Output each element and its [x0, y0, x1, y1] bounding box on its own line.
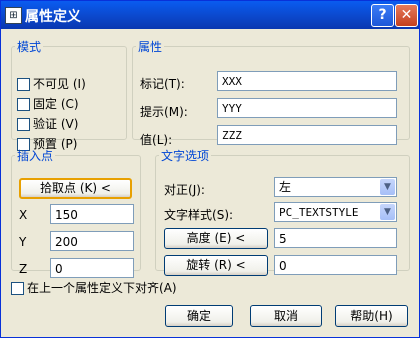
chevron-down-icon[interactable]: ▼ [380, 204, 395, 220]
selected-value: PC_TEXTSTYLE [279, 206, 359, 219]
close-button[interactable]: ✕ [395, 4, 418, 27]
tag-label: 标记(T): [140, 77, 185, 91]
checkbox-box[interactable] [11, 282, 24, 295]
value-label: 值(L): [140, 133, 173, 147]
justify-label: 对正(J): [164, 183, 205, 197]
tag-input[interactable]: XXX [217, 71, 397, 91]
text-style-select[interactable]: PC_TEXTSTYLE ▼ [274, 202, 397, 222]
y-input[interactable]: 200 [50, 231, 134, 251]
hotkey: A [163, 281, 172, 295]
title-bar: ⊞ 属性定义 ? ✕ [1, 1, 419, 29]
text-style-label: 文字样式(S): [164, 208, 234, 222]
z-label: Z [19, 262, 28, 276]
chevron-down-icon[interactable]: ▼ [380, 179, 395, 195]
ok-button[interactable]: 确定 [165, 305, 233, 327]
cad-icon: ⊞ [5, 7, 22, 24]
height-button[interactable]: 高度 (E) < [164, 228, 268, 249]
verify-checkbox[interactable]: 验证 (V) [17, 115, 78, 131]
height-input[interactable]: 5 [274, 228, 397, 248]
checkbox-box[interactable] [17, 118, 30, 131]
checkbox-label: 不可见 [33, 77, 70, 91]
justify-select[interactable]: 左 ▼ [274, 177, 397, 197]
rotation-input[interactable]: 0 [274, 255, 397, 275]
cancel-button[interactable]: 取消 [250, 305, 322, 327]
hotkey: C [65, 97, 74, 111]
window-title: 属性定义 [25, 9, 81, 25]
help-title-button[interactable]: ? [371, 4, 394, 27]
selected-value: 左 [279, 180, 292, 194]
value-input[interactable]: ZZZ [217, 125, 397, 145]
invisible-checkbox[interactable]: 不可见 (I) [17, 75, 86, 91]
hotkey: V [65, 117, 74, 131]
y-label: Y [19, 235, 27, 249]
text-options-group: 文字选项 对正(J): 左 ▼ 文字样式(S): PC_TEXTSTYLE ▼ 高度… [155, 147, 410, 276]
align-below-checkbox[interactable]: 在上一个属性定义下对齐(A) [11, 279, 177, 295]
attribute-legend: 属性 [138, 40, 163, 54]
prompt-label: 提示(M): [140, 105, 188, 119]
checkbox-label: 固定 [33, 97, 58, 111]
attribute-definition-dialog: ⊞ 属性定义 ? ✕ 模式 不可见 (I) 固定 (C) 验证 (V) 预置 (… [0, 0, 420, 338]
insertion-point-group: 插入点 拾取点 (K) < X 150 Y 200 Z 0 [11, 147, 141, 278]
attribute-group: 属性 标记(T): XXX 提示(M): YYY 值(L): ZZZ [132, 38, 410, 147]
hotkey: I [77, 77, 82, 91]
help-button[interactable]: 帮助(H) [335, 305, 408, 327]
prompt-input[interactable]: YYY [217, 98, 397, 118]
mode-group: 模式 不可见 (I) 固定 (C) 验证 (V) 预置 (P) [11, 38, 127, 151]
x-label: X [19, 208, 28, 222]
checkbox-label: 验证 [33, 117, 58, 131]
text-options-legend: 文字选项 [161, 149, 210, 163]
mode-legend: 模式 [17, 40, 42, 54]
checkbox-label: 在上一个属性定义下对齐 [27, 281, 160, 295]
rotation-button[interactable]: 旋转 (R) < [164, 255, 268, 276]
checkbox-box[interactable] [17, 78, 30, 91]
x-input[interactable]: 150 [50, 204, 134, 224]
checkbox-box[interactable] [17, 98, 30, 111]
constant-checkbox[interactable]: 固定 (C) [17, 95, 79, 111]
z-input[interactable]: 0 [50, 258, 134, 278]
insertion-legend: 插入点 [17, 149, 54, 163]
pick-point-button[interactable]: 拾取点 (K) < [19, 178, 132, 199]
